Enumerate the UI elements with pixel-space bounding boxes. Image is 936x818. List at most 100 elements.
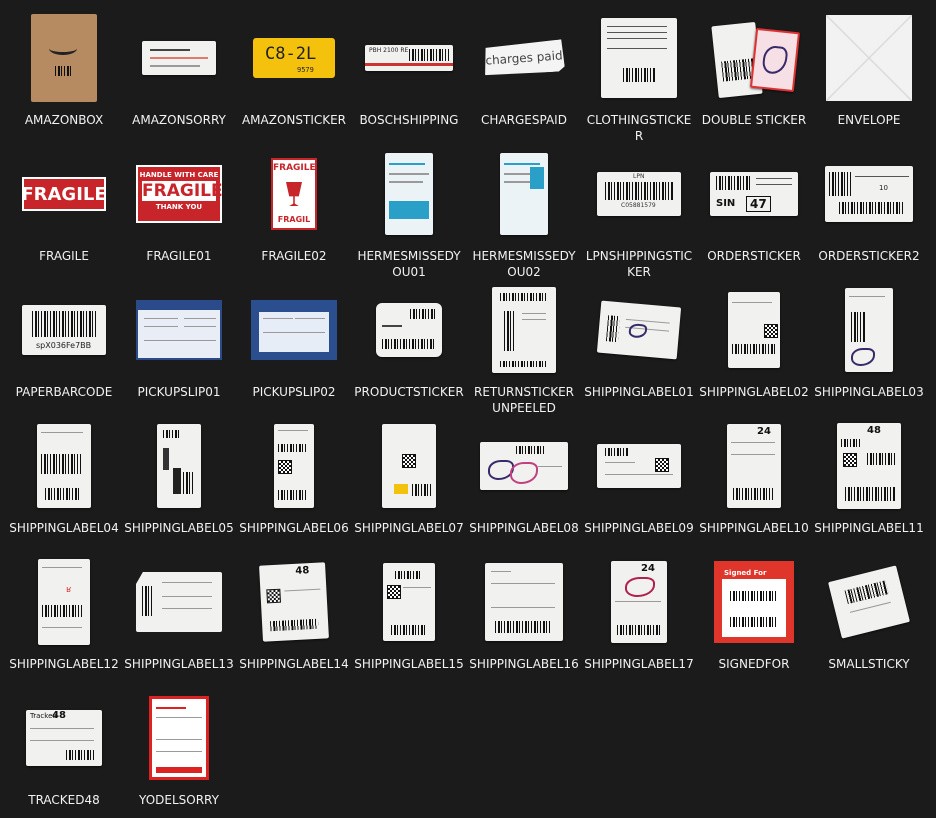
file-name: SHIPPINGLABEL17 [584, 657, 694, 671]
shipping-label-icon [474, 280, 574, 380]
file-name: RETURNSTICKER UNPEELED [473, 385, 574, 415]
shipping-label-icon: ʁ [14, 552, 114, 652]
file-name: SHIPPINGLABEL07 [354, 521, 464, 535]
file-name: SHIPPINGLABEL03 [814, 385, 924, 399]
file-tile[interactable]: SHIPPINGLABEL01 [584, 280, 694, 410]
file-tile[interactable]: 48 SHIPPINGLABEL14 [239, 552, 349, 682]
sticker-text: C8-2L [265, 44, 317, 64]
file-tile[interactable]: FRAGILE FRAGIL FRAGILE02 [239, 144, 349, 274]
sticker-icon [129, 8, 229, 108]
shipping-label-icon [129, 552, 229, 652]
file-tile[interactable]: 24 SHIPPINGLABEL17 [584, 552, 694, 682]
file-tile[interactable]: SHIPPINGLABEL02 [699, 280, 809, 410]
file-tile[interactable]: CLOTHINGSTICKER [584, 8, 694, 143]
file-tile[interactable]: spX036Fe7BB PAPERBARCODE [9, 280, 119, 410]
signed-for-label-icon: Signed For [704, 552, 804, 652]
file-tile[interactable]: ENVELOPE [814, 8, 924, 138]
file-tile[interactable]: AMAZONSORRY [124, 8, 234, 138]
file-tile[interactable]: C8-2L 9579 AMAZONSTICKER [239, 8, 349, 138]
file-name: SHIPPINGLABEL01 [584, 385, 694, 399]
file-tile[interactable]: charges paid CHARGESPAID [469, 8, 579, 138]
sticker-text: C05881579 [621, 202, 656, 209]
sticker-text: 48 [52, 710, 66, 721]
file-tile[interactable]: 10 ORDERSTICKER2 [814, 144, 924, 274]
file-tile[interactable]: SHIPPINGLABEL15 [354, 552, 464, 682]
file-tile[interactable]: 24 SHIPPINGLABEL10 [699, 416, 809, 546]
shipping-label-icon: Tracked 48 [14, 688, 114, 788]
sticker-icon [704, 8, 804, 108]
file-name: SHIPPINGLABEL04 [9, 521, 119, 535]
file-name: DOUBLE STICKER [701, 113, 807, 127]
sticker-icon [589, 8, 689, 108]
sticker-text: FRAGILE [142, 181, 223, 201]
file-name: ENVELOPE [837, 113, 901, 127]
file-tile[interactable]: AMAZONBOX [9, 8, 119, 138]
sticker-text: 48 [867, 425, 881, 436]
file-tile[interactable]: SHIPPINGLABEL09 [584, 416, 694, 546]
sticker-text: FRAGILE [21, 183, 107, 205]
file-name: FRAGILE02 [261, 249, 327, 263]
file-tile[interactable]: HERMESMISSEDYOU02 [469, 144, 579, 279]
file-tile[interactable]: YODELSORRY [124, 688, 234, 818]
file-name: CLOTHINGSTICKER [586, 113, 692, 143]
file-tile[interactable]: PICKUPSLIP02 [239, 280, 349, 410]
sticker-text: PBH 2100 RE [369, 47, 409, 54]
shipping-label-icon [359, 416, 459, 516]
file-tile[interactable]: SHIPPINGLABEL03 [814, 280, 924, 410]
sticker-text-top: HANDLE WITH CARE [139, 171, 219, 179]
cardboard-box-icon [14, 8, 114, 108]
file-tile[interactable]: LPN C05881579 LPNSHIPPINGSTICKER [584, 144, 694, 279]
file-name: SHIPPINGLABEL14 [239, 657, 349, 671]
product-sticker-icon [359, 280, 459, 380]
file-tile[interactable]: HANDLE WITH CARE FRAGILE THANK YOU FRAGI… [124, 144, 234, 274]
file-tile[interactable]: SHIPPINGLABEL13 [124, 552, 234, 682]
broken-glass-icon [286, 182, 302, 206]
file-name: PRODUCTSTICKER [354, 385, 464, 399]
shipping-label-icon: 24 [589, 552, 689, 652]
file-tile[interactable]: FRAGILE FRAGILE [9, 144, 119, 274]
file-tile[interactable]: ʁ SHIPPINGLABEL12 [9, 552, 119, 682]
file-tile[interactable]: SHIPPINGLABEL05 [124, 416, 234, 546]
sticker-text: Signed For [724, 569, 767, 577]
file-tile[interactable]: Tracked 48 TRACKED48 [9, 688, 119, 818]
file-tile[interactable]: PBH 2100 RE BOSCHSHIPPING [354, 8, 464, 138]
file-name: BOSCHSHIPPING [359, 113, 459, 127]
file-name: SHIPPINGLABEL02 [699, 385, 809, 399]
file-name: SMALLSTICKY [828, 657, 910, 671]
shipping-label-icon [589, 416, 689, 516]
file-tile[interactable]: PRODUCTSTICKER [354, 280, 464, 410]
file-name: LPNSHIPPINGSTICKER [585, 249, 693, 279]
file-tile[interactable]: SHIPPINGLABEL04 [9, 416, 119, 546]
file-tile[interactable]: HERMESMISSEDYOU01 [354, 144, 464, 279]
file-tile[interactable]: DOUBLE STICKER [699, 8, 809, 138]
file-tile[interactable]: Signed For SIGNEDFOR [699, 552, 809, 682]
file-tile[interactable]: 48 SHIPPINGLABEL11 [814, 416, 924, 546]
missed-card-icon [129, 688, 229, 788]
file-tile[interactable]: SHIPPINGLABEL08 [469, 416, 579, 546]
file-name: SHIPPINGLABEL15 [354, 657, 464, 671]
file-tile[interactable]: PICKUPSLIP01 [124, 280, 234, 410]
file-name: SHIPPINGLABEL08 [469, 521, 579, 535]
fragile-sticker-icon: HANDLE WITH CARE FRAGILE THANK YOU [129, 144, 229, 244]
file-name: YODELSORRY [139, 793, 219, 807]
sticker-subtext: 47 [746, 196, 771, 212]
file-tile[interactable]: SMALLSTICKY [814, 552, 924, 682]
file-tile[interactable]: RETURNSTICKER UNPEELED [469, 280, 579, 415]
fragile-sticker-icon: FRAGILE FRAGIL [244, 144, 344, 244]
shipping-label-icon [244, 416, 344, 516]
shipping-label-icon [129, 416, 229, 516]
file-tile[interactable]: SHIPPINGLABEL16 [469, 552, 579, 682]
file-name: SIGNEDFOR [718, 657, 790, 671]
shipping-label-icon [359, 552, 459, 652]
file-tile[interactable]: SHIPPINGLABEL06 [239, 416, 349, 546]
barcode-sticker-icon: 10 [819, 144, 919, 244]
file-tile[interactable]: SHIPPINGLABEL07 [354, 416, 464, 546]
file-tile[interactable]: SIN 47 ORDERSTICKER [699, 144, 809, 274]
sticker-text: FRAGILE [273, 163, 316, 173]
file-name: HERMESMISSEDYOU01 [357, 249, 461, 279]
shipping-label-icon [819, 280, 919, 380]
file-name: AMAZONBOX [24, 113, 104, 127]
sticker-text-bottom: FRAGIL [277, 215, 311, 224]
sticker-text: SIN [716, 198, 736, 209]
sticker-subtext: 9579 [297, 66, 314, 74]
